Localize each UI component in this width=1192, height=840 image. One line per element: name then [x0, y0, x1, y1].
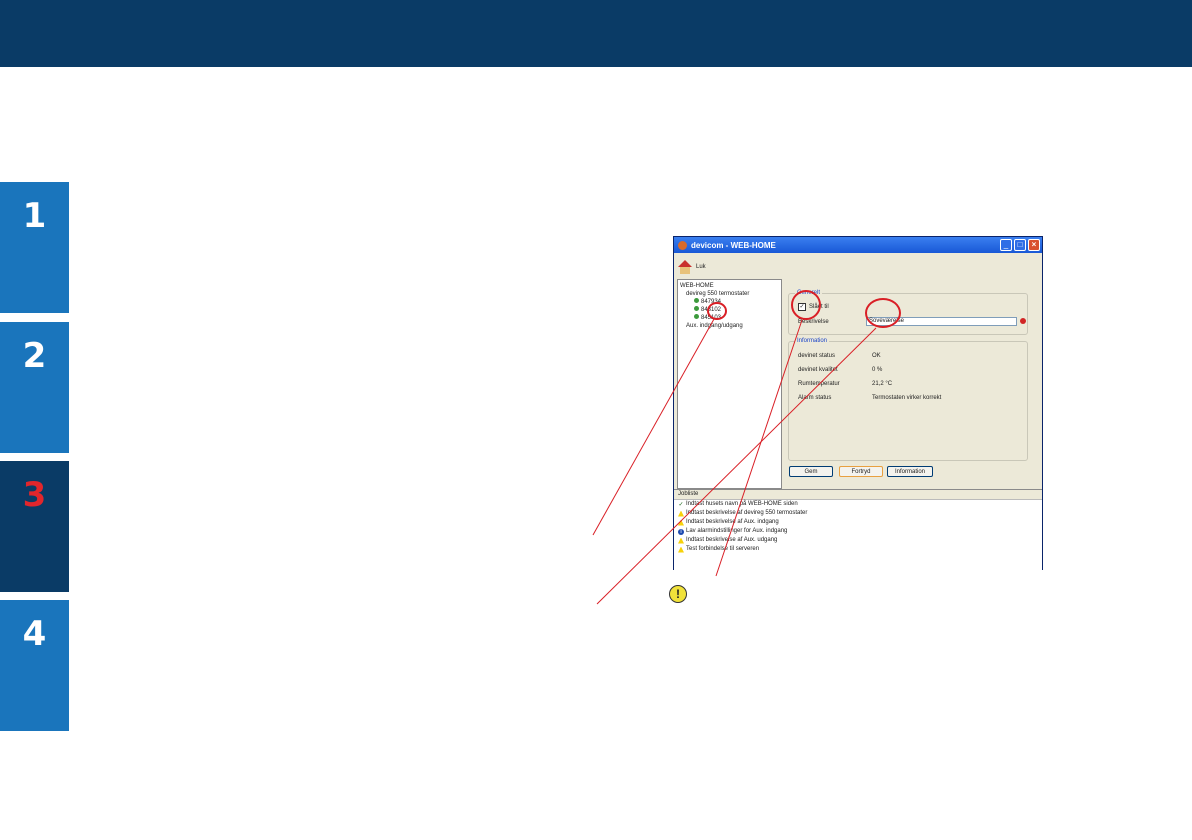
callout-line — [592, 318, 715, 536]
callout-line — [715, 319, 803, 577]
callout-line — [596, 327, 877, 605]
callout-lines — [592, 318, 877, 605]
exclamation-icon: ! — [669, 585, 687, 603]
